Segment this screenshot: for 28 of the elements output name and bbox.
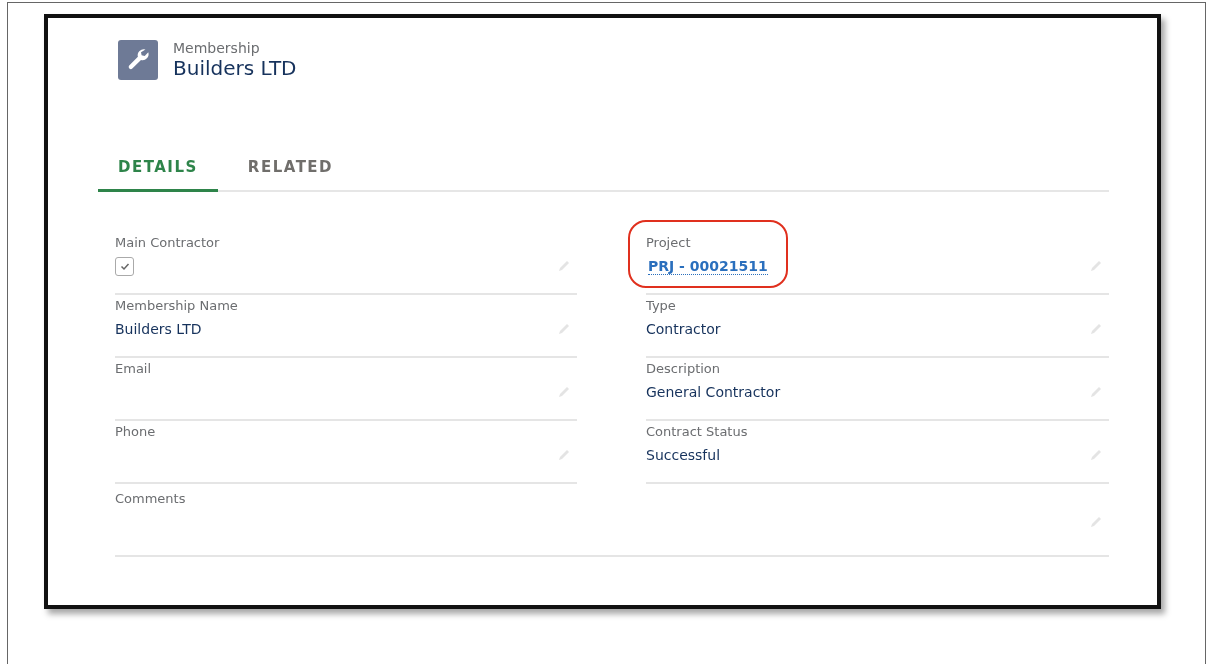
wrench-icon: [118, 40, 158, 80]
tab[interactable]: DETAILS: [98, 150, 218, 192]
field-label: Description: [646, 360, 722, 378]
field-label: Email: [115, 360, 153, 378]
field-label: Project: [646, 234, 692, 252]
edit-icon[interactable]: [557, 385, 571, 399]
field-value: Builders LTD: [115, 321, 202, 337]
edit-icon[interactable]: [1089, 448, 1103, 462]
edit-icon[interactable]: [1089, 385, 1103, 399]
edit-icon[interactable]: [557, 322, 571, 336]
field-value: General Contractor: [646, 384, 781, 400]
field-label: Membership Name: [115, 297, 239, 315]
tab[interactable]: RELATED: [227, 150, 354, 192]
field-value: Successful: [646, 447, 721, 463]
field-label: Main Contractor: [115, 234, 221, 252]
field-label: Type: [646, 297, 677, 315]
field-label: Comments: [115, 490, 187, 508]
edit-icon[interactable]: [557, 448, 571, 462]
edit-icon[interactable]: [557, 259, 571, 273]
edit-icon[interactable]: [1089, 515, 1103, 529]
field-label: Phone: [115, 423, 157, 441]
record-title: Builders LTD: [173, 56, 297, 80]
edit-icon[interactable]: [1089, 322, 1103, 336]
edit-icon[interactable]: [1089, 259, 1103, 273]
field-value: Contractor: [646, 321, 721, 337]
record-link[interactable]: PRJ - 00021511: [648, 257, 768, 275]
field-label: Contract Status: [646, 423, 749, 441]
object-type-label: Membership: [173, 40, 261, 56]
